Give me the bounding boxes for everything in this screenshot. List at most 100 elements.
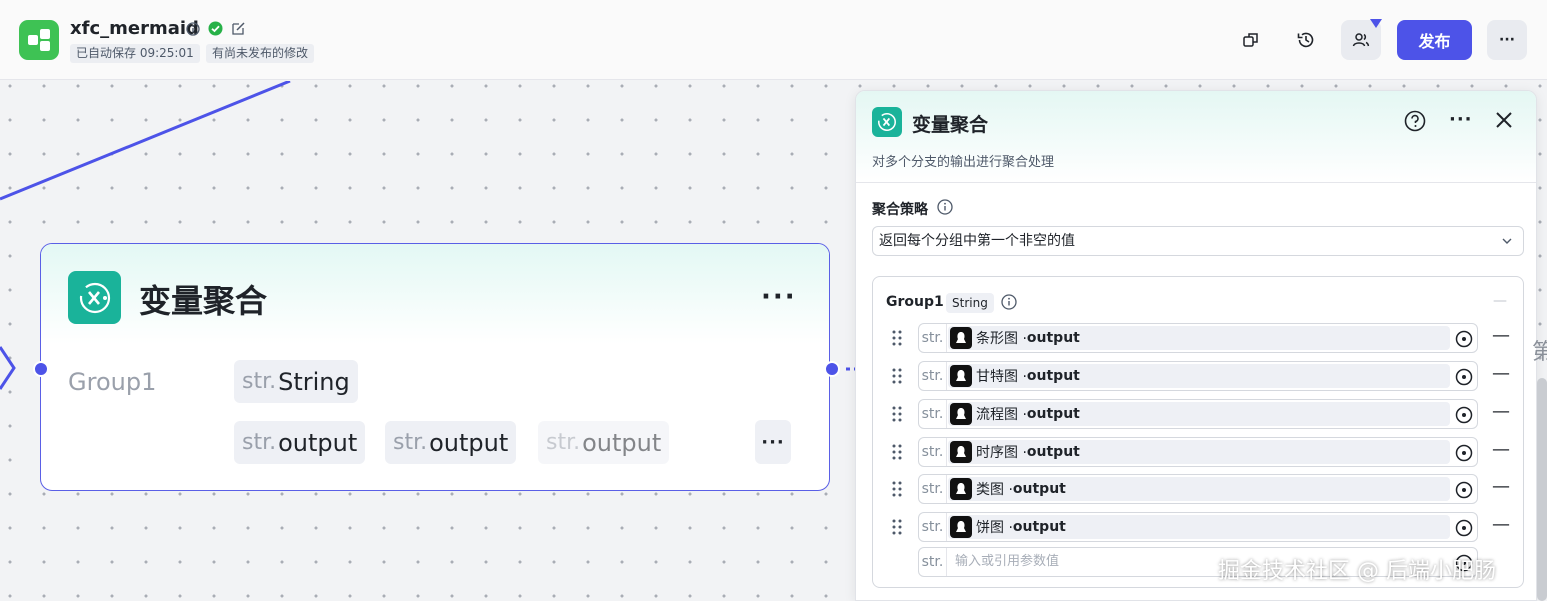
scrollbar[interactable]: [1537, 378, 1547, 601]
node-output-chip: str. output: [234, 421, 366, 464]
output-label: output: [582, 428, 662, 457]
source-node-name: 甘特图 ·: [976, 369, 1027, 385]
output-label: output: [278, 428, 358, 457]
variable-picker-icon[interactable]: [1455, 444, 1473, 462]
node-output-chip: str. output: [538, 421, 670, 464]
panel-description: 对多个分支的输出进行聚合处理: [872, 155, 1055, 170]
watermark: 掘金技术社区 @ 后端小肥肠: [1218, 559, 1496, 584]
verified-check-icon: [208, 21, 223, 36]
collaborators-button[interactable]: [1341, 19, 1382, 60]
node-avatar-icon: [950, 403, 972, 425]
drag-handle-icon[interactable]: [892, 330, 902, 346]
group-card: Group1 String — str. 条形图 · output — str.: [872, 276, 1524, 588]
drag-handle-icon[interactable]: [892, 481, 902, 497]
variable-ref-chip[interactable]: 类图 · output: [948, 477, 1450, 501]
group-variable-row: str. 流程图 · output —: [873, 399, 1525, 429]
remove-row-button[interactable]: —: [1492, 476, 1510, 497]
node-avatar-icon: [950, 327, 972, 349]
info-icon[interactable]: [186, 21, 200, 36]
variable-ref-input[interactable]: str. 饼图 · output: [918, 512, 1478, 542]
output-name: output: [1012, 481, 1066, 497]
copy-button[interactable]: [1231, 20, 1271, 60]
type-prefix: str.: [546, 430, 581, 455]
group-variable-row: str. 时序图 · output —: [873, 437, 1525, 467]
header-more-button[interactable]: ···: [1487, 20, 1527, 60]
remove-row-button[interactable]: —: [1492, 401, 1510, 422]
drag-handle-icon[interactable]: [892, 519, 902, 535]
drag-handle-icon[interactable]: [892, 444, 902, 460]
output-name: output: [1012, 519, 1066, 535]
remove-row-button[interactable]: —: [1492, 514, 1510, 535]
variable-picker-icon[interactable]: [1455, 406, 1473, 424]
variable-aggregator-node[interactable]: 变量聚合 ··· Group1 str. String str. output …: [40, 243, 830, 491]
drag-handle-icon[interactable]: [892, 368, 902, 384]
info-icon[interactable]: [937, 199, 953, 215]
top-bar: xfc_mermaid 已自动保存 09:25:01 有尚未发布的修改 发布 ·…: [0, 0, 1547, 80]
variable-ref-input[interactable]: str. 甘特图 · output: [918, 361, 1478, 391]
output-label: output: [429, 428, 509, 457]
node-input-port[interactable]: [33, 361, 49, 377]
remove-row-button[interactable]: —: [1492, 363, 1510, 384]
variable-ref-input[interactable]: str. 时序图 · output: [918, 437, 1478, 467]
node-settings-panel: 变量聚合 对多个分支的输出进行聚合处理 ··· 聚合策略 返回每个分组中第一个非…: [855, 90, 1537, 601]
connection-edge: [0, 81, 291, 201]
panel-more-button[interactable]: ···: [1449, 109, 1473, 130]
remove-row-button[interactable]: —: [1492, 325, 1510, 346]
node-avatar-icon: [950, 478, 972, 500]
variable-picker-icon[interactable]: [1455, 519, 1473, 537]
source-node-name: 条形图 ·: [976, 331, 1027, 347]
history-button[interactable]: [1286, 20, 1326, 60]
node-output-port[interactable]: [824, 361, 840, 377]
edit-icon[interactable]: [231, 21, 246, 36]
node-outputs-overflow-button[interactable]: ···: [755, 420, 791, 464]
source-node-name: 饼图 ·: [976, 520, 1013, 536]
type-prefix: str.: [919, 324, 947, 352]
input-placeholder: 输入或引用参数值: [955, 554, 1060, 569]
node-avatar-icon: [950, 365, 972, 387]
variable-ref-chip[interactable]: 流程图 · output: [948, 402, 1450, 426]
variable-ref-chip[interactable]: 时序图 · output: [948, 440, 1450, 464]
variable-ref-input[interactable]: str. 流程图 · output: [918, 399, 1478, 429]
variable-ref-chip[interactable]: 甘特图 · output: [948, 364, 1450, 388]
app-logo-icon[interactable]: [19, 20, 59, 60]
variable-picker-icon[interactable]: [1455, 481, 1473, 499]
group-type-badge: String: [946, 293, 994, 313]
close-icon[interactable]: [1495, 111, 1513, 129]
group-name: Group1: [886, 294, 944, 310]
incoming-edge-arrow: [0, 346, 16, 390]
strategy-select[interactable]: 返回每个分组中第一个非空的值: [872, 226, 1524, 256]
node-avatar-icon: [950, 441, 972, 463]
variable-ref-chip[interactable]: 饼图 · output: [948, 515, 1450, 539]
remove-row-button[interactable]: —: [1492, 439, 1510, 460]
group-variable-row: str. 类图 · output —: [873, 474, 1525, 504]
type-prefix: str.: [242, 430, 277, 455]
output-name: output: [1026, 406, 1080, 422]
drag-handle-icon[interactable]: [892, 406, 902, 422]
node-more-button[interactable]: ···: [761, 282, 797, 312]
node-group-type: str. String: [234, 360, 358, 403]
variable-ref-input[interactable]: str. 条形图 · output: [918, 323, 1478, 353]
chevron-down-icon: [1502, 238, 1512, 244]
group-collapse-button[interactable]: —: [1493, 293, 1507, 309]
output-name: output: [1026, 330, 1080, 346]
history-icon: [1297, 32, 1314, 48]
variable-aggregator-icon: [872, 107, 902, 137]
variable-ref-input[interactable]: str. 类图 · output: [918, 474, 1478, 504]
app-title: xfc_mermaid: [70, 18, 199, 39]
variable-aggregator-icon: [68, 271, 121, 324]
type-prefix: str.: [393, 430, 428, 455]
variable-ref-chip[interactable]: 条形图 · output: [948, 326, 1450, 350]
node-output-chip: str. output: [385, 421, 517, 464]
variable-picker-icon[interactable]: [1455, 330, 1473, 348]
output-name: output: [1026, 444, 1080, 460]
unpublished-tag: 有尚未发布的修改: [206, 44, 315, 63]
help-icon[interactable]: [1404, 110, 1426, 132]
type-prefix: str.: [919, 362, 947, 390]
source-node-name: 类图 ·: [976, 482, 1013, 498]
variable-picker-icon[interactable]: [1455, 368, 1473, 386]
clipped-text: 第: [1532, 340, 1547, 365]
publish-button[interactable]: 发布: [1397, 20, 1472, 60]
info-icon[interactable]: [1001, 294, 1017, 310]
group-variable-row: str. 甘特图 · output —: [873, 361, 1525, 391]
premium-badge-icon: [1370, 19, 1382, 28]
